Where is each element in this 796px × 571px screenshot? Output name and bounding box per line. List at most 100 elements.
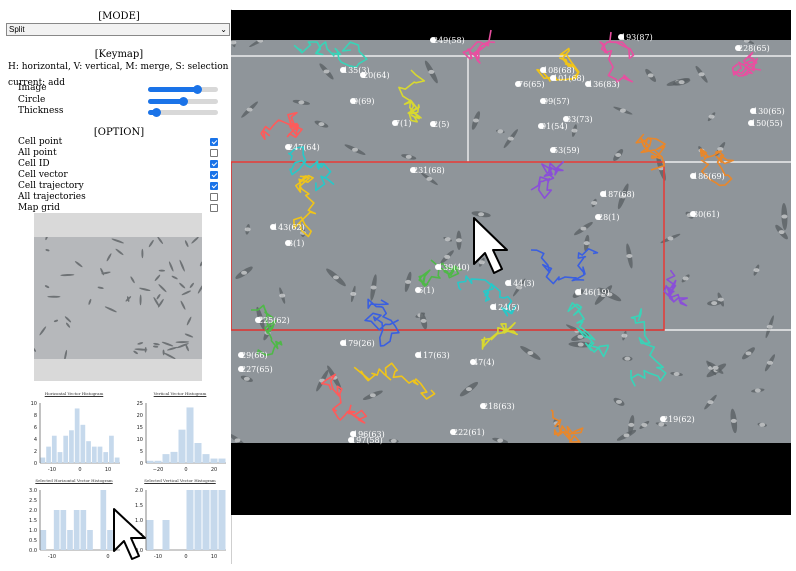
histogram-bar xyxy=(74,408,80,463)
slider-knob[interactable] xyxy=(152,108,162,117)
checkbox[interactable] xyxy=(210,204,218,212)
cell-id-label: 101(68) xyxy=(553,74,585,83)
thumbnail-cell xyxy=(130,276,135,284)
checkbox[interactable] xyxy=(210,149,218,157)
histogram-y-tick: 10 xyxy=(137,437,143,443)
slider-knob[interactable] xyxy=(193,85,202,94)
histogram-bar xyxy=(202,454,210,463)
thumbnail-cell xyxy=(104,306,117,313)
histogram-y-tick: 25 xyxy=(137,401,143,407)
option-cell-vector[interactable]: Cell vector xyxy=(18,170,218,181)
cell-trajectory xyxy=(481,322,518,350)
slider-thickness[interactable]: Thickness xyxy=(18,106,218,117)
thumbnail-cell xyxy=(157,237,164,245)
overview-thumbnail[interactable] xyxy=(34,213,202,381)
histogram-y-tick: 20 xyxy=(137,413,143,419)
thumbnail-cell xyxy=(139,287,151,292)
histogram-x-tick: −20 xyxy=(153,467,164,473)
slider-label: Thickness xyxy=(18,106,64,116)
histogram-bar xyxy=(69,430,74,463)
cell-id-label: 146(19) xyxy=(578,288,610,297)
cell-id-label: 228(65) xyxy=(738,44,770,53)
histogram-bar xyxy=(100,490,107,550)
cell-id-label: 150(55) xyxy=(751,119,783,128)
histogram-y-tick: 3.0 xyxy=(29,488,37,494)
histogram-y-tick: 2.5 xyxy=(29,498,37,504)
thumbnail-cell xyxy=(175,341,190,344)
histogram-bar xyxy=(60,510,67,550)
cell-id-label: 187(68) xyxy=(603,190,635,199)
cell-id-label: 2(5) xyxy=(433,120,449,129)
histogram-y-tick: 10 xyxy=(31,401,37,407)
checkbox[interactable] xyxy=(210,182,218,190)
cell-id-label: 99(57) xyxy=(543,97,570,106)
image-viewer[interactable]: 249(58) 193(87) 228(65) 135(3) 20(64) 108(68)… xyxy=(231,10,791,515)
option-all-trajectories[interactable]: All trajectories xyxy=(18,192,218,203)
slider-knob[interactable] xyxy=(179,97,188,106)
thumbnail-cell xyxy=(45,237,49,241)
checkbox[interactable] xyxy=(210,171,218,179)
thumbnail-cell xyxy=(115,248,124,256)
cell-id-label: 76(65) xyxy=(518,80,545,89)
option-cell-trajectory[interactable]: Cell trajectory xyxy=(18,181,218,192)
histogram-y-tick: 0.0 xyxy=(29,548,37,554)
histogram-y-tick: 2.0 xyxy=(135,488,143,494)
cell-id-label: 144(3) xyxy=(508,279,535,288)
checkbox[interactable] xyxy=(210,193,218,201)
checkbox[interactable] xyxy=(210,138,218,146)
histogram-bar xyxy=(210,490,218,550)
option-all-point[interactable]: All point xyxy=(18,148,218,159)
histogram-bar xyxy=(63,435,69,463)
histogram-bar xyxy=(46,446,51,463)
cell-id-label: 179(26) xyxy=(343,339,375,348)
mouse-cursor-icon xyxy=(473,217,508,274)
histogram-bar xyxy=(146,460,154,463)
slider-circle[interactable]: Circle xyxy=(18,95,218,106)
histogram-x-tick: 20 xyxy=(211,467,217,473)
histogram-bar xyxy=(162,520,170,550)
thumbnail-cell xyxy=(100,267,105,276)
thumbnail-cell xyxy=(97,286,104,289)
histogram-bar xyxy=(40,457,46,463)
histogram-bar xyxy=(178,429,186,463)
histogram-bar xyxy=(91,446,97,463)
cell-id-label: 222(61) xyxy=(453,428,485,437)
histogram-y-tick: 5 xyxy=(140,449,143,455)
thumbnail-cell xyxy=(64,316,72,323)
cell-id-label: 30(61) xyxy=(693,210,720,219)
control-panel: [MODE] Split ⌄ [Keymap] H: horizontal, V… xyxy=(6,9,232,564)
mouse-cursor-icon xyxy=(113,508,146,560)
checkbox[interactable] xyxy=(210,160,218,168)
histogram-x-tick: 10 xyxy=(211,554,217,560)
cell-id-label: 193(87) xyxy=(621,33,653,42)
cell-id-label: 130(65) xyxy=(753,107,785,116)
thumbnail-cell xyxy=(64,349,68,359)
cell-id-label: 139(40) xyxy=(438,263,470,272)
histogram-y-tick: 6 xyxy=(34,425,37,431)
histogram-bar xyxy=(53,510,60,550)
cell-trajectory xyxy=(260,111,303,140)
thumbnail-cell xyxy=(184,240,189,248)
cell-trajectory xyxy=(630,308,667,387)
histogram-x-tick: 0 xyxy=(184,467,187,473)
slider-image[interactable]: Image xyxy=(18,83,218,94)
cell-trajectory xyxy=(288,146,335,192)
mode-select[interactable]: Split ⌄ xyxy=(6,23,230,36)
option-cell-point[interactable]: Cell point xyxy=(18,137,218,148)
option-label: Cell point xyxy=(18,137,63,147)
cell-id-label: 53(59) xyxy=(553,146,580,155)
cell-id-label: 83(73) xyxy=(566,115,593,124)
thumbnail-cell xyxy=(74,261,83,268)
thumbnail-cell xyxy=(141,248,144,259)
mode-select-value: Split xyxy=(9,25,25,34)
thumbnail-cell xyxy=(199,261,202,267)
thumbnail-cell xyxy=(191,237,199,244)
option-cell-id[interactable]: Cell ID xyxy=(18,159,218,170)
histogram-x-tick: -10 xyxy=(48,554,56,560)
option-label: Map grid xyxy=(18,203,60,213)
histogram-bar xyxy=(57,452,63,463)
histogram-y-tick: 1.0 xyxy=(29,528,37,534)
histogram-x-tick: 10 xyxy=(105,467,111,473)
thumbnail-cell xyxy=(45,249,50,252)
cell-id-label: 225(62) xyxy=(258,316,290,325)
